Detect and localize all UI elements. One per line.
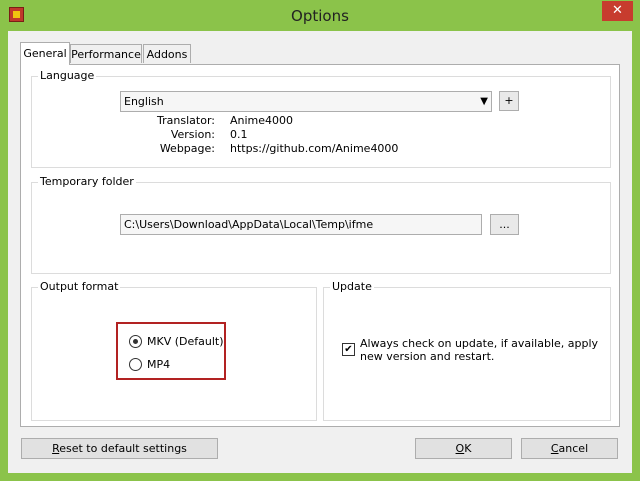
cancel-mnemonic: C <box>550 442 559 455</box>
mkv-radio-label[interactable]: MKV (Default) <box>147 335 224 348</box>
update-group-title: Update <box>330 280 374 293</box>
language-select[interactable]: English ▼ <box>120 91 492 112</box>
tab-performance[interactable]: Performance <box>70 44 142 63</box>
mp4-radio-label[interactable]: MP4 <box>147 358 170 371</box>
webpage-value: https://github.com/Anime4000 <box>230 142 399 155</box>
update-group: Update ✔ Always check on update, if avai… <box>323 280 611 421</box>
auto-update-checkbox[interactable]: ✔ <box>342 343 355 356</box>
add-language-button[interactable]: + <box>499 91 519 111</box>
browse-folder-button[interactable]: ... <box>490 214 519 235</box>
title-bar[interactable]: Options ✕ <box>0 0 640 30</box>
mkv-radio[interactable] <box>129 335 142 348</box>
version-label: Version: <box>170 128 215 141</box>
webpage-label: Webpage: <box>159 142 215 155</box>
options-window: Options ✕ General Performance Addons Lan… <box>0 0 640 481</box>
output-format-group: Output format MKV (Default) MP4 <box>31 280 317 421</box>
window-title: Options <box>291 7 349 25</box>
cancel-label: ancel <box>558 442 589 455</box>
temp-folder-path-field[interactable]: C:\Users\Download\AppData\Local\Temp\ifm… <box>120 214 482 235</box>
mp4-radio[interactable] <box>129 358 142 371</box>
translator-value: Anime4000 <box>230 114 294 127</box>
language-group: Language English ▼ + Translator: Anime40… <box>31 69 611 168</box>
reset-defaults-button[interactable]: Reset to default settings <box>21 438 218 459</box>
output-format-highlight <box>116 322 226 380</box>
cancel-button[interactable]: Cancel <box>521 438 618 459</box>
dialog-client: General Performance Addons Language Engl… <box>8 31 632 473</box>
tab-general[interactable]: General <box>20 42 70 65</box>
close-button[interactable]: ✕ <box>602 1 633 21</box>
temp-folder-group: Temporary folder C:\Users\Download\AppDa… <box>31 175 611 274</box>
auto-update-label-line2[interactable]: new version and restart. <box>360 350 494 363</box>
ok-button[interactable]: OK <box>415 438 512 459</box>
version-value: 0.1 <box>230 128 248 141</box>
auto-update-label-line1[interactable]: Always check on update, if available, ap… <box>360 337 598 350</box>
general-panel: Language English ▼ + Translator: Anime40… <box>20 64 620 427</box>
chevron-down-icon: ▼ <box>480 96 488 107</box>
reset-label: eset to default settings <box>59 442 187 455</box>
ok-label: K <box>464 442 472 455</box>
translator-label: Translator: <box>157 114 215 127</box>
temp-folder-group-title: Temporary folder <box>38 175 136 188</box>
language-group-title: Language <box>38 69 97 82</box>
language-select-value: English <box>124 95 164 108</box>
tab-addons[interactable]: Addons <box>143 44 191 63</box>
output-format-group-title: Output format <box>38 280 121 293</box>
ok-mnemonic: O <box>455 442 465 455</box>
